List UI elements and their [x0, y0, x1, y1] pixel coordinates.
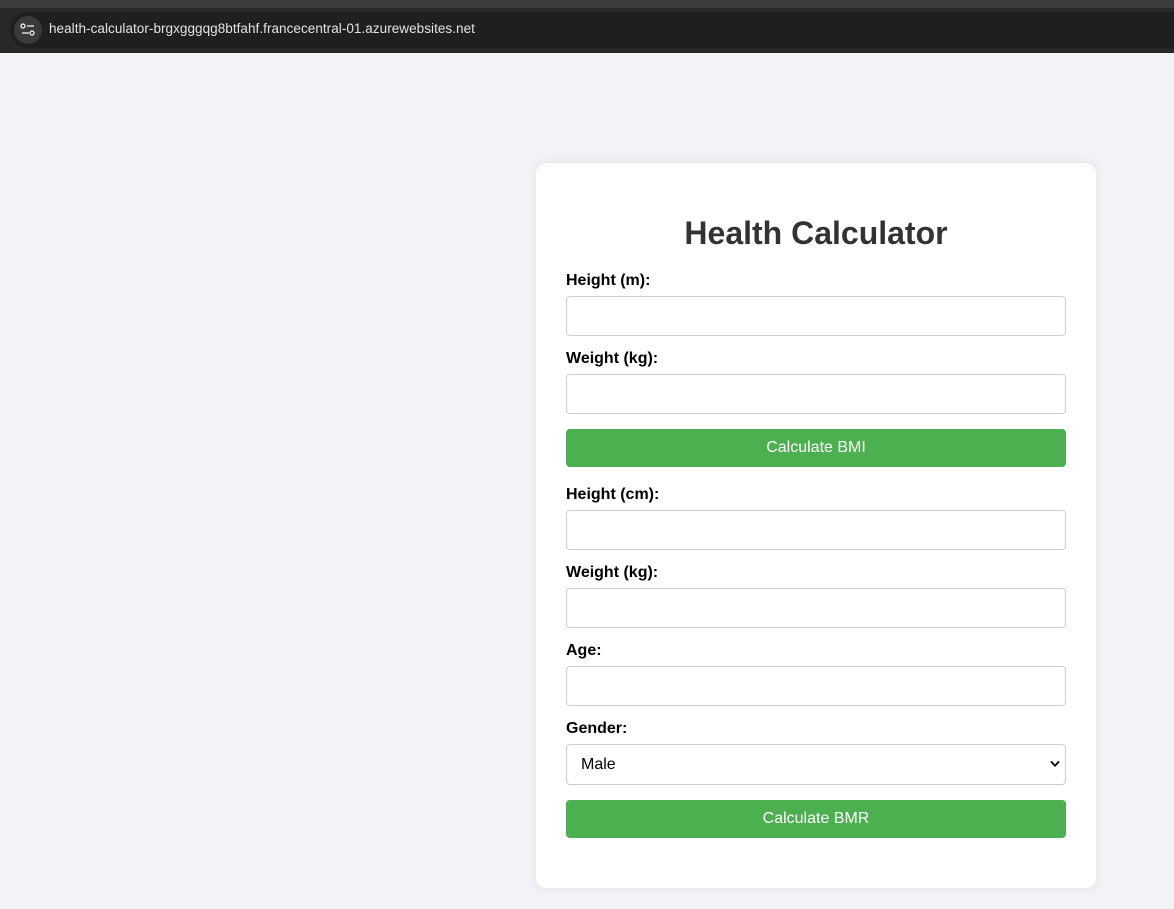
gender-selected-value: Male	[581, 756, 616, 773]
bmr-weight-input[interactable]	[566, 588, 1066, 628]
bmi-height-input[interactable]	[566, 296, 1066, 336]
bmi-height-label: Height (m):	[566, 272, 651, 289]
age-label: Age:	[566, 642, 602, 659]
bmr-height-input[interactable]	[566, 510, 1066, 550]
site-info-button[interactable]	[14, 16, 42, 44]
gender-label: Gender:	[566, 720, 628, 737]
omnibox[interactable]: health-calculator-brgxgggqg8btfahf.franc…	[10, 12, 1174, 48]
browser-address-bar: health-calculator-brgxgggqg8btfahf.franc…	[0, 8, 1174, 53]
bmr-height-label: Height (cm):	[566, 486, 660, 503]
calculate-bmr-button[interactable]: Calculate BMR	[566, 800, 1066, 838]
bmr-weight-label: Weight (kg):	[566, 564, 659, 581]
age-input[interactable]	[566, 666, 1066, 706]
chevron-down-icon	[1050, 761, 1060, 767]
calculate-bmi-button[interactable]: Calculate BMI	[566, 429, 1066, 467]
browser-tab-strip	[0, 0, 1174, 8]
url-text[interactable]: health-calculator-brgxgggqg8btfahf.franc…	[49, 21, 475, 36]
page-title: Health Calculator	[684, 215, 948, 251]
bmi-weight-label: Weight (kg):	[566, 350, 659, 367]
gender-select[interactable]: Male	[566, 744, 1066, 785]
tune-icon	[20, 23, 35, 36]
calculator-card: Health Calculator Height (m): Weight (kg…	[536, 163, 1096, 888]
page-body: Health Calculator Height (m): Weight (kg…	[0, 53, 1174, 909]
bmi-weight-input[interactable]	[566, 374, 1066, 414]
